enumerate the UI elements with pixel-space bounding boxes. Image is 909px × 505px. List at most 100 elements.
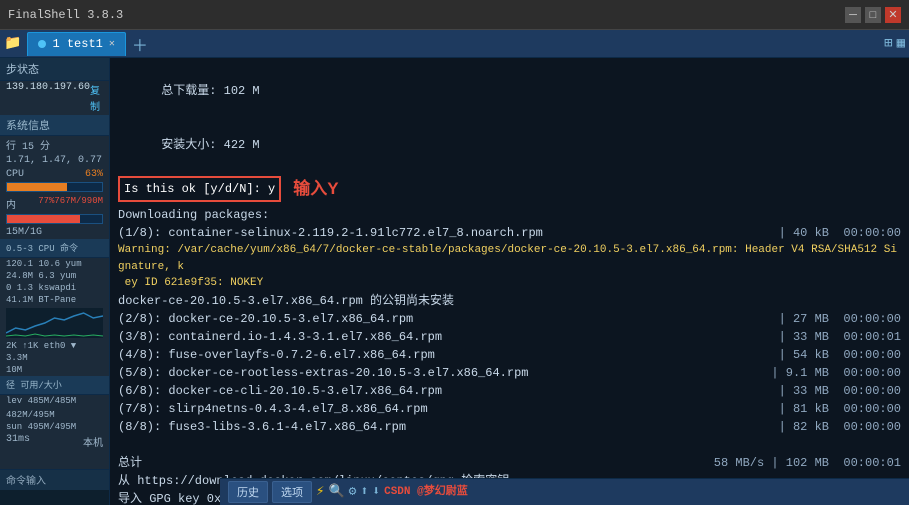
tab-indicator — [38, 40, 46, 48]
term-pkg-2: (2/8): docker-ce-20.10.5-3.el7.x86_64.rp… — [118, 310, 901, 328]
network-chart — [6, 308, 103, 338]
sidebar-sysinfo: 系统信息 — [0, 115, 109, 136]
tab-bar: 📁 1 test1 ✕ ＋ ⊞ ▦ — [0, 30, 909, 58]
upload-icon[interactable]: ⬆ — [360, 482, 368, 502]
uptime-label: 行 15 分 — [6, 137, 50, 153]
term-pkg-6: (6/8): docker-ce-cli-20.10.5-3.el7.x86_6… — [118, 382, 901, 400]
install-size-label: 安装大小: 422 M — [161, 138, 259, 152]
cpu-bar-fill — [7, 183, 67, 191]
net-val3: 10M — [6, 365, 22, 375]
term-line-install-size: 安装大小: 422 M — [118, 118, 901, 172]
proc-2: 24.8M 6.3 yum — [6, 271, 76, 281]
term-warning: Warning: /var/cache/yum/x86_64/7/docker-… — [118, 242, 901, 292]
tab-label: 1 test1 — [52, 37, 102, 51]
cpu-label-row: CPU 63% — [6, 169, 103, 180]
select-button[interactable]: 选项 — [272, 481, 312, 503]
response-time: 31ms — [6, 434, 30, 450]
history-button[interactable]: 历史 — [228, 481, 268, 503]
process-section-header: 0.5-3 CPU 命令 — [0, 239, 109, 258]
term-line-total-dl: 总下载量: 102 M — [118, 64, 901, 118]
mem-label: 内 — [6, 196, 16, 212]
disk-section-header: 径 可用/大小 — [0, 376, 109, 395]
net-val2: 3.3M — [6, 353, 28, 363]
cmd-input-label: 命令输入 — [0, 470, 109, 490]
cpu-bar — [6, 182, 103, 192]
mem-label-row: 内 77%767M/990M — [6, 196, 103, 212]
sidebar-uptime: 行 15 分 — [0, 136, 109, 154]
cpu-value: 63% — [85, 169, 103, 180]
cpu-label: CPU — [6, 169, 24, 180]
network-chart-svg — [6, 308, 103, 338]
net-label: 15M/1G — [6, 227, 42, 238]
prompt-box: Is this ok [y/d/N]: y — [118, 176, 281, 202]
process-row-2: 24.8M 6.3 yum — [0, 270, 109, 282]
sidebar-net-header: 15M/1G — [0, 226, 109, 239]
disk-row-1: lev 485M/485M — [0, 395, 109, 407]
tab-close-button[interactable]: ✕ — [109, 38, 115, 50]
response-row: 31ms 本机 — [0, 433, 109, 451]
tab-bar-right: ⊞ ▦ — [884, 35, 905, 52]
term-pkg-3: (3/8): containerd.io-1.4.3-3.1.el7.x86_6… — [118, 328, 901, 346]
cpu-section: CPU 63% — [0, 167, 109, 194]
proc-4: 41.1M BT-Pane — [6, 295, 76, 305]
term-blank — [118, 436, 901, 454]
title-bar: FinalShell 3.8.3 ─ □ ✕ — [0, 0, 909, 30]
cmd-input-area: 命令输入 — [0, 469, 109, 505]
sidebar-state-label: 步状态 — [6, 65, 39, 77]
process-row-3: 0 1.3 kswapdi — [0, 282, 109, 294]
sidebar: 步状态 139.180.197.60 复制 系统信息 行 15 分 1.71, … — [0, 58, 110, 505]
disk-row-4: sun 495M/495M — [0, 421, 109, 433]
mem-value: 77%767M/990M — [38, 196, 103, 212]
net-up: 2K ↑1K eth0 ▼ — [6, 341, 76, 351]
minimize-button[interactable]: ─ — [845, 7, 861, 23]
bottom-bar: 历史 选项 ⚡ 🔍 ⚙ ⬆ ⬇ CSDN @梦幻尉蓝 — [220, 478, 909, 505]
annotation-enter-y: 输入Y — [293, 176, 338, 202]
disk-3: 482M/495M — [6, 410, 55, 420]
view-icon[interactable]: ▦ — [897, 35, 905, 52]
lightning-icon: ⚡ — [316, 482, 324, 503]
term-pkg-4: (4/8): fuse-overlayfs-0.7.2-6.el7.x86_64… — [118, 346, 901, 364]
sidebar-copy[interactable]: 复制 — [90, 82, 103, 114]
sidebar-state-header: 步状态 — [0, 58, 109, 81]
net-row: 2K ↑1K eth0 ▼ — [0, 340, 109, 352]
term-pkg-5: (5/8): docker-ce-rootless-extras-20.10.5… — [118, 364, 901, 382]
proc-1: 120.1 10.6 yum — [6, 259, 82, 269]
mem-section: 内 77%767M/990M — [0, 194, 109, 226]
process-row-4: 41.1M BT-Pane — [0, 294, 109, 306]
settings-icon[interactable]: ⚙ — [349, 482, 357, 502]
load-value: 1.71, 1.47, 0.77 — [6, 155, 102, 166]
title-bar-left: FinalShell 3.8.3 — [8, 8, 123, 22]
tab-add-button[interactable]: ＋ — [132, 32, 148, 56]
grid-icon[interactable]: ⊞ — [884, 35, 892, 52]
watermark-text: CSDN @梦幻尉蓝 — [384, 484, 468, 501]
prompt-row: Is this ok [y/d/N]: y 输入Y — [118, 174, 901, 204]
net-row3: 10M — [0, 364, 109, 376]
download-icon[interactable]: ⬇ — [372, 482, 380, 502]
cmd-input-field[interactable] — [0, 490, 109, 505]
app-title: FinalShell 3.8.3 — [8, 8, 123, 22]
disk-label: 径 可用/大小 — [6, 381, 62, 391]
prompt-text: Is this ok [y/d/N]: y — [124, 182, 275, 196]
proc-3: 0 1.3 kswapdi — [6, 283, 76, 293]
folder-icon[interactable]: 📁 — [4, 35, 21, 52]
maximize-button[interactable]: □ — [865, 7, 881, 23]
net-row2: 3.3M — [0, 352, 109, 364]
close-button[interactable]: ✕ — [885, 7, 901, 23]
disk-row-3: 482M/495M — [0, 409, 109, 421]
host-label: 本机 — [83, 434, 103, 450]
process-row-1: 120.1 10.6 yum — [0, 258, 109, 270]
search-icon[interactable]: 🔍 — [328, 482, 344, 502]
tab-test1[interactable]: 1 test1 ✕ — [27, 32, 125, 56]
terminal[interactable]: 总下载量: 102 M 安装大小: 422 M Is this ok [y/d/… — [110, 58, 909, 505]
sidebar-load: 1.71, 1.47, 0.77 — [0, 154, 109, 167]
disk-1: lev 485M/485M — [6, 396, 76, 406]
sidebar-ip-row: 139.180.197.60 复制 — [0, 81, 109, 115]
term-downloading: Downloading packages: — [118, 206, 901, 224]
process-cols: 0.5-3 CPU 命令 — [6, 244, 78, 254]
main-layout: 步状态 139.180.197.60 复制 系统信息 行 15 分 1.71, … — [0, 58, 909, 505]
mem-bar — [6, 214, 103, 224]
term-pkg-1: (1/8): container-selinux-2.119.2-1.91lc7… — [118, 224, 901, 242]
mem-bar-fill — [7, 215, 80, 223]
term-nokey-msg: docker-ce-20.10.5-3.el7.x86_64.rpm 的公钥尚未… — [118, 292, 901, 310]
window-controls[interactable]: ─ □ ✕ — [845, 7, 901, 23]
